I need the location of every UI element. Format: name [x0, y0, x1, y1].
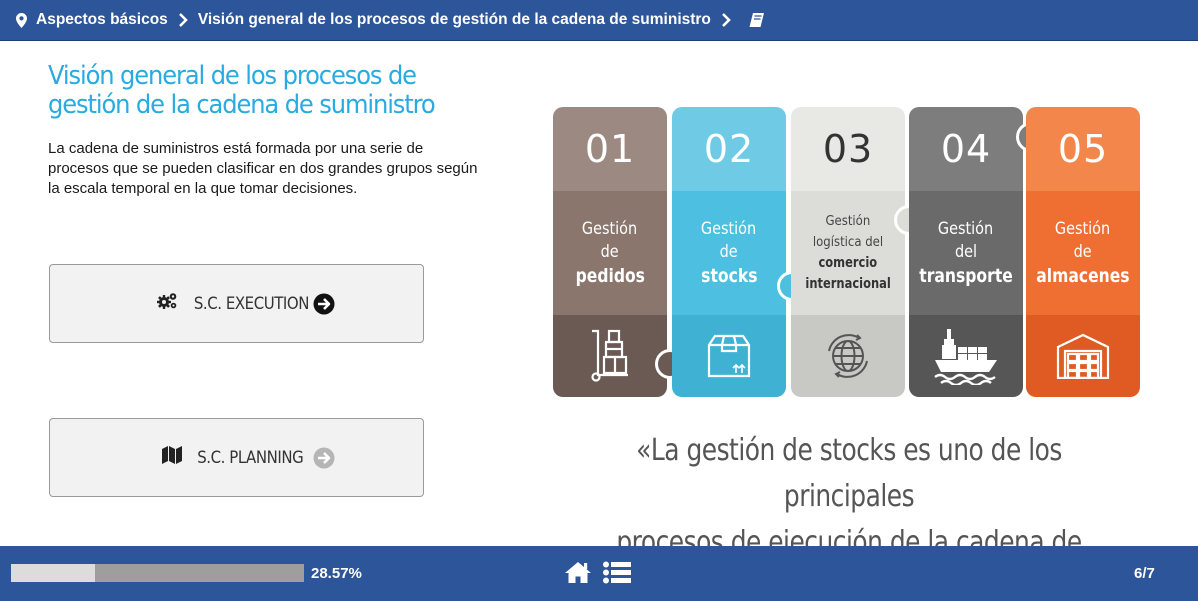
- progress-percentage: 28.57%: [311, 565, 362, 582]
- process-label: Gestión de pedidos: [553, 191, 667, 315]
- process-label-line: logística del: [812, 235, 884, 250]
- chevron-right-icon: [721, 13, 731, 27]
- process-number: 03: [791, 107, 905, 191]
- process-number: 04: [909, 107, 1023, 191]
- sc-execution-label: S.C. EXECUTION: [193, 293, 310, 314]
- process-label-line: stocks: [700, 265, 758, 287]
- page-title: Visión general de los procesos de gestió…: [48, 61, 436, 120]
- home-icon[interactable]: [565, 561, 591, 589]
- process-label-line: transporte: [919, 265, 1013, 287]
- process-label-line: Gestión: [1055, 219, 1111, 239]
- process-label-line: de: [719, 242, 739, 262]
- process-label-line: almacenes: [1036, 265, 1130, 287]
- package-box-icon: [672, 315, 786, 397]
- progress-bar: [11, 564, 304, 582]
- breadcrumb-item-basics[interactable]: Aspectos básicos: [36, 11, 168, 29]
- process-piece-04: 04 Gestión del transporte: [909, 107, 1046, 397]
- process-label-line: internacional: [805, 276, 891, 292]
- globe-icon: [791, 315, 905, 397]
- arrow-right-circle-icon: [313, 293, 335, 320]
- process-label: Gestión del transporte: [909, 191, 1023, 315]
- progress-bar-fill: [11, 564, 95, 582]
- warehouse-icon: [1026, 315, 1140, 397]
- gears-icon: [156, 292, 178, 315]
- process-piece-05: 05 Gestión de almacenes: [1026, 107, 1140, 397]
- supply-chain-process-infographic: 01 Gestión de pedidos 02 Gestión de stoc…: [553, 107, 1142, 399]
- process-number: 05: [1026, 107, 1140, 191]
- process-label-line: Gestión: [701, 219, 757, 239]
- process-label-line: del: [954, 242, 978, 262]
- process-label-line: pedidos: [575, 265, 645, 287]
- chevron-right-icon: [178, 13, 188, 27]
- sc-planning-label: S.C. PLANNING: [197, 447, 304, 468]
- process-label-line: de: [600, 242, 620, 262]
- sc-planning-button[interactable]: S.C. PLANNING: [49, 418, 424, 497]
- process-label: Gestión logística del comercio internaci…: [791, 191, 905, 315]
- process-label-line: Gestión: [938, 219, 994, 239]
- breadcrumb-bar: Aspectos básicos Visión general de los p…: [0, 0, 1198, 41]
- arrow-right-circle-icon: [313, 447, 335, 474]
- footer-bar: 28.57% 6/7: [0, 546, 1198, 601]
- process-piece-03: 03 Gestión logística del comercio intern…: [791, 107, 924, 397]
- process-label: Gestión de almacenes: [1026, 191, 1140, 315]
- location-pin-icon: [16, 12, 27, 28]
- page-indicator: 6/7: [1134, 565, 1155, 582]
- breadcrumb-item-current: Visión general de los procesos de gestió…: [197, 11, 711, 28]
- process-label-line: Gestión: [825, 214, 871, 229]
- book-icon[interactable]: [749, 13, 764, 27]
- cargo-ship-icon: [909, 315, 1023, 397]
- menu-list-icon[interactable]: [603, 561, 631, 589]
- quote-line: «La gestión de stocks es uno de los prin…: [636, 433, 1062, 514]
- process-piece-01: 01 Gestión de pedidos: [553, 107, 685, 397]
- map-icon: [162, 446, 183, 469]
- hand-truck-boxes-icon: [553, 315, 667, 397]
- process-piece-02: 02 Gestión de stocks: [672, 107, 807, 397]
- process-number: 01: [553, 107, 667, 191]
- sc-execution-button[interactable]: S.C. EXECUTION: [49, 264, 424, 343]
- process-label: Gestión de stocks: [672, 191, 786, 315]
- process-label-line: comercio: [818, 255, 878, 271]
- process-number: 02: [672, 107, 786, 191]
- page-description: La cadena de suministros está formada po…: [48, 140, 478, 197]
- process-label-line: de: [1073, 242, 1093, 262]
- process-label-line: Gestión: [582, 219, 638, 239]
